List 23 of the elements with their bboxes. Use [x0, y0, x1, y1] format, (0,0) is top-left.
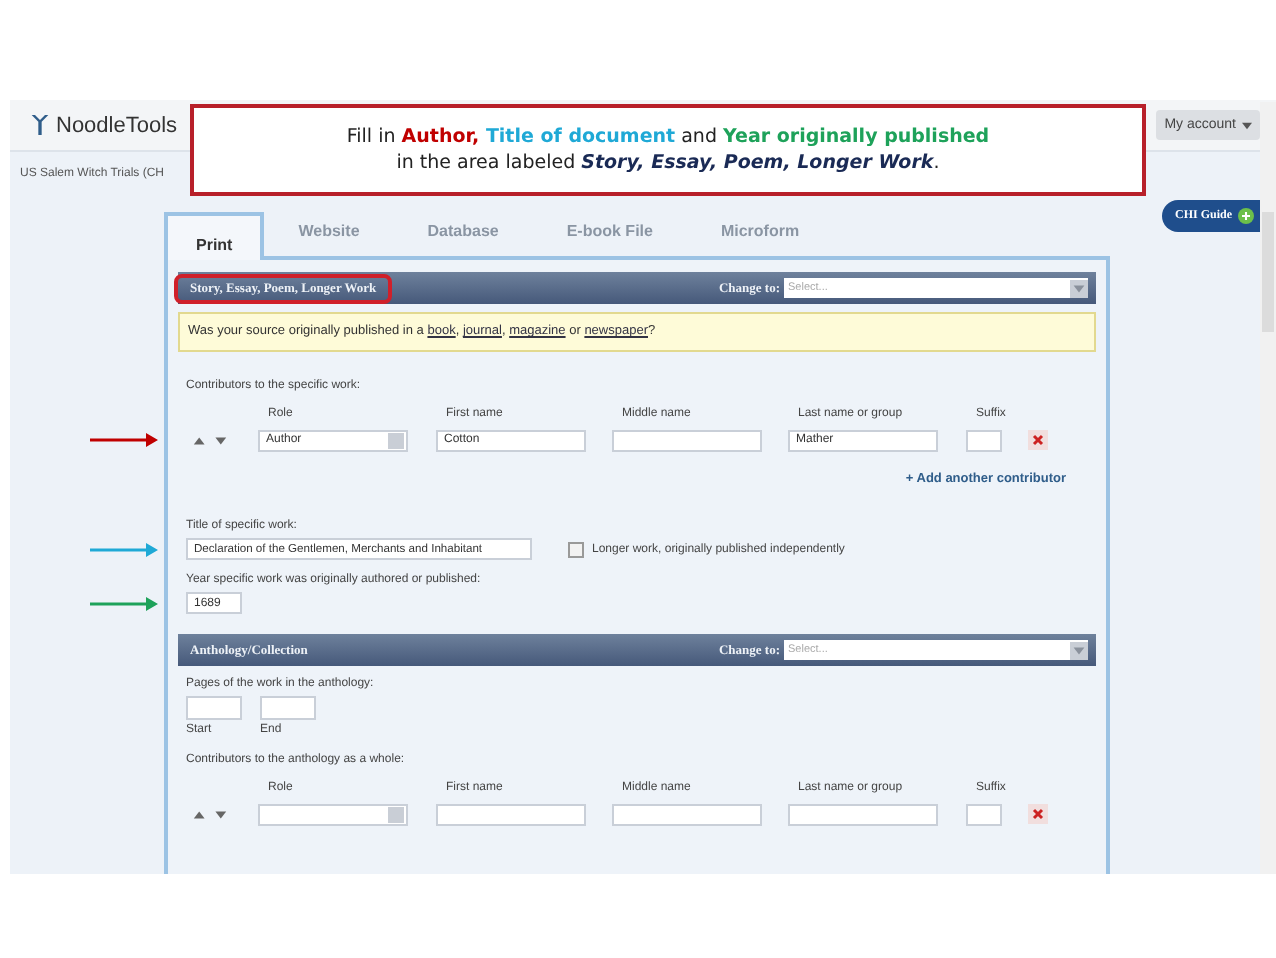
middle-name-field[interactable]	[612, 429, 762, 451]
figure-icon	[30, 112, 50, 138]
dropdown-icon	[1070, 279, 1088, 297]
logo-text[interactable]: NoodleTools	[56, 113, 178, 137]
suffix-field[interactable]	[966, 429, 1002, 451]
tab[interactable]: Print	[164, 212, 265, 260]
callout-text: Fill in Author, Title of document and Year originally published	[346, 126, 990, 148]
checkbox[interactable]	[568, 541, 584, 557]
suffix-field[interactable]	[966, 803, 1002, 825]
caret-icon	[1242, 121, 1252, 129]
start-page-field[interactable]	[186, 696, 242, 720]
scrollbar[interactable]	[1260, 102, 1276, 874]
delete-icon[interactable]	[1028, 804, 1048, 824]
dropdown-icon	[388, 805, 404, 823]
last-name-field[interactable]	[788, 803, 938, 825]
dropdown-icon	[388, 431, 404, 449]
plus-icon	[1238, 208, 1254, 224]
middle-name-field[interactable]	[612, 803, 762, 825]
end-page-field[interactable]	[260, 696, 316, 720]
delete-icon[interactable]	[1028, 430, 1048, 450]
callout-text: in the area labeled Story, Essay, Poem, Longer Work.	[396, 152, 940, 174]
first-name-field[interactable]	[436, 803, 586, 825]
dropdown-icon	[1070, 641, 1088, 659]
